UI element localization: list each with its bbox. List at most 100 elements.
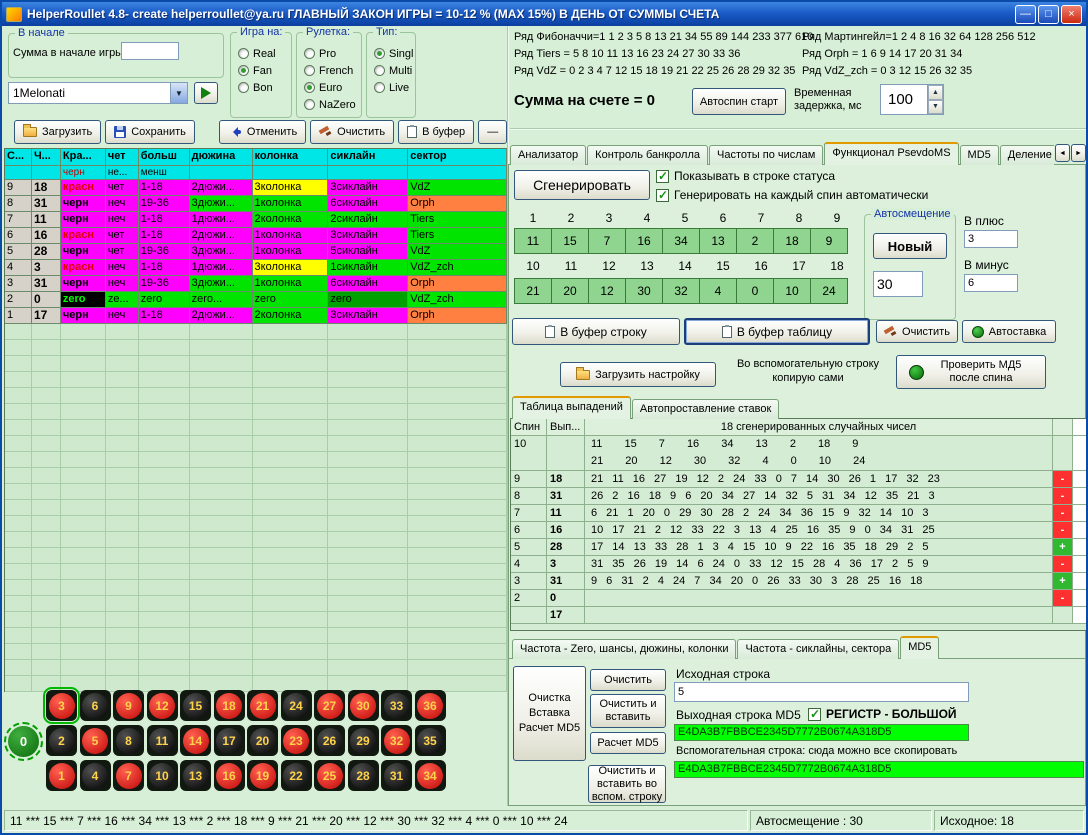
wheel-number-23[interactable]: 23 — [281, 725, 312, 756]
drop-row[interactable]: 4331 35 26 19 14 6 24 0 33 12 15 28 4 36… — [511, 556, 1086, 573]
grid-cell[interactable]: 30 — [625, 278, 663, 304]
drop-row[interactable]: 1011 15 7 16 34 13 2 18 921 20 12 30 32 … — [511, 436, 1086, 471]
wheel-number-19[interactable]: 19 — [247, 760, 278, 791]
toolbar-button-5[interactable]: — — [478, 120, 507, 144]
column-header[interactable]: сектор — [408, 149, 507, 166]
wheel-number-3[interactable]: 3 — [46, 690, 77, 721]
wheel-number-0[interactable]: 0 — [8, 726, 39, 757]
wheel-number-6[interactable]: 6 — [80, 690, 111, 721]
table-row[interactable]: 616краснчет1-182дюжи...1колонка3сиклайнT… — [5, 228, 507, 244]
radio-french[interactable]: French — [304, 62, 356, 79]
grid-cell[interactable]: 15 — [551, 228, 589, 254]
spin-up-icon[interactable]: ▲ — [928, 85, 943, 100]
grid-cell[interactable]: 10 — [773, 278, 811, 304]
subtab-0[interactable]: Таблица выпадений — [512, 396, 631, 419]
drop-row[interactable]: 83126 2 16 18 9 6 20 34 27 14 32 5 31 34… — [511, 488, 1086, 505]
column-header[interactable]: колонка — [253, 149, 329, 166]
table-row[interactable]: 117черннеч1-182дюжи...2колонка3сиклайнOr… — [5, 308, 507, 324]
drop-row[interactable]: 3319 6 31 2 4 24 7 34 20 0 26 33 30 3 28… — [511, 573, 1086, 590]
wheel-number-33[interactable]: 33 — [381, 690, 412, 721]
grid-cell[interactable]: 0 — [736, 278, 774, 304]
autoshift-new-button[interactable]: Новый — [873, 233, 947, 259]
autobet-button[interactable]: Автоставка — [962, 320, 1056, 343]
wheel-number-35[interactable]: 35 — [415, 725, 446, 756]
grid-cell[interactable]: 11 — [514, 228, 552, 254]
md5-clear-paste-aux-button[interactable]: Очистить и вставить во вспом. строку — [588, 765, 666, 803]
wheel-number-15[interactable]: 15 — [180, 690, 211, 721]
grid-cell[interactable]: 13 — [699, 228, 737, 254]
toolbar-button-3[interactable]: Очистить — [310, 120, 394, 144]
minus-input[interactable] — [964, 274, 1018, 292]
autospin-start-button[interactable]: Автоспин старт — [692, 88, 786, 115]
grid-cell[interactable]: 7 — [588, 228, 626, 254]
md5-calc-button[interactable]: Расчет MD5 — [590, 732, 666, 754]
table-row[interactable]: 20zeroze...zerozero...zerozeroVdZ_zch — [5, 292, 507, 308]
wheel-number-17[interactable]: 17 — [214, 725, 245, 756]
tab-2[interactable]: Частоты по числам — [709, 145, 823, 165]
tab-0[interactable]: Анализатор — [510, 145, 586, 165]
wheel-number-13[interactable]: 13 — [180, 760, 211, 791]
radio-live[interactable]: Live — [374, 79, 413, 96]
grid-cell[interactable]: 34 — [662, 228, 700, 254]
wheel-number-10[interactable]: 10 — [147, 760, 178, 791]
load-settings-button[interactable]: Загрузить настройку — [560, 362, 716, 387]
grid-cell[interactable]: 16 — [625, 228, 663, 254]
column-header[interactable]: сиклайн — [328, 149, 408, 166]
wheel-number-29[interactable]: 29 — [348, 725, 379, 756]
maximize-icon[interactable]: □ — [1038, 5, 1059, 24]
register-checkbox[interactable]: РЕГИСТР - БОЛЬШОЙ — [808, 707, 957, 721]
tab-5[interactable]: Деление ко... — [1000, 145, 1054, 165]
wheel-number-21[interactable]: 21 — [247, 690, 278, 721]
table-row[interactable]: 711черннеч1-181дюжи...2колонка2сиклайнTi… — [5, 212, 507, 228]
wheel-number-28[interactable]: 28 — [348, 760, 379, 791]
check-md5-button[interactable]: Проверить МД5 после спина — [896, 355, 1046, 389]
grid-cell[interactable]: 9 — [810, 228, 848, 254]
radio-bon[interactable]: Bon — [238, 79, 276, 96]
radio-pro[interactable]: Pro — [304, 45, 356, 62]
autogen-checkbox[interactable]: Генерировать на каждый спин автоматическ… — [656, 188, 928, 202]
wheel-number-27[interactable]: 27 — [314, 690, 345, 721]
status-line-checkbox[interactable]: Показывать в строке статуса — [656, 169, 835, 183]
wheel-number-32[interactable]: 32 — [381, 725, 412, 756]
wheel-number-12[interactable]: 12 — [147, 690, 178, 721]
aux-string-field[interactable]: E4DA3B7FBBCE2345D7772B0674A318D5 — [674, 761, 1084, 778]
generate-button[interactable]: Сгенерировать — [514, 170, 650, 200]
grid-cell[interactable]: 18 — [773, 228, 811, 254]
table-row[interactable]: 331черннеч19-363дюжи...1колонка6сиклайнO… — [5, 276, 507, 292]
freqtab-2[interactable]: MD5 — [900, 636, 939, 659]
table-row[interactable]: 43красннеч1-181дюжи...3колонка1сиклайнVd… — [5, 260, 507, 276]
column-header[interactable]: больш — [139, 149, 190, 166]
chevron-down-icon[interactable]: ▼ — [170, 83, 187, 103]
wheel-number-7[interactable]: 7 — [113, 760, 144, 791]
delay-spinner[interactable]: 100 ▲ ▼ — [880, 84, 944, 115]
wheel-number-31[interactable]: 31 — [381, 760, 412, 791]
clear-button[interactable]: Очистить — [876, 320, 958, 343]
column-header[interactable]: Ч... — [32, 149, 61, 166]
spin-down-icon[interactable]: ▼ — [928, 100, 943, 115]
tab-1[interactable]: Контроль банкролла — [587, 145, 708, 165]
wheel-number-24[interactable]: 24 — [281, 690, 312, 721]
play-button[interactable] — [194, 82, 218, 104]
grid-cell[interactable]: 21 — [514, 278, 552, 304]
drop-row[interactable]: 91821 11 16 27 19 12 2 24 33 0 7 14 30 2… — [511, 471, 1086, 488]
preset-combobox[interactable]: 1Melonati ▼ — [8, 82, 188, 104]
toolbar-button-0[interactable]: Загрузить — [14, 120, 101, 144]
grid-cell[interactable]: 2 — [736, 228, 774, 254]
md5-big-button[interactable]: ОчисткаВставкаРасчет MD5 — [513, 666, 586, 761]
tab-scroll-left-icon[interactable]: ◄ — [1055, 144, 1070, 162]
drop-row[interactable]: 61610 17 21 2 12 33 22 3 13 4 25 16 35 9… — [511, 522, 1086, 539]
wheel-number-5[interactable]: 5 — [80, 725, 111, 756]
tab-scroll-right-icon[interactable]: ► — [1071, 144, 1086, 162]
radio-real[interactable]: Real — [238, 45, 276, 62]
freqtab-0[interactable]: Частота - Zero, шансы, дюжины, колонки — [512, 639, 736, 659]
wheel-number-8[interactable]: 8 — [113, 725, 144, 756]
column-header[interactable]: чет — [106, 149, 139, 166]
wheel-number-4[interactable]: 4 — [80, 760, 111, 791]
wheel-number-1[interactable]: 1 — [46, 760, 77, 791]
wheel-number-22[interactable]: 22 — [281, 760, 312, 791]
grid-cell[interactable]: 12 — [588, 278, 626, 304]
tab-3[interactable]: Функционал PsevdoMS — [824, 142, 958, 165]
wheel-number-30[interactable]: 30 — [348, 690, 379, 721]
close-icon[interactable]: × — [1061, 5, 1082, 24]
radio-singl[interactable]: Singl — [374, 45, 413, 62]
